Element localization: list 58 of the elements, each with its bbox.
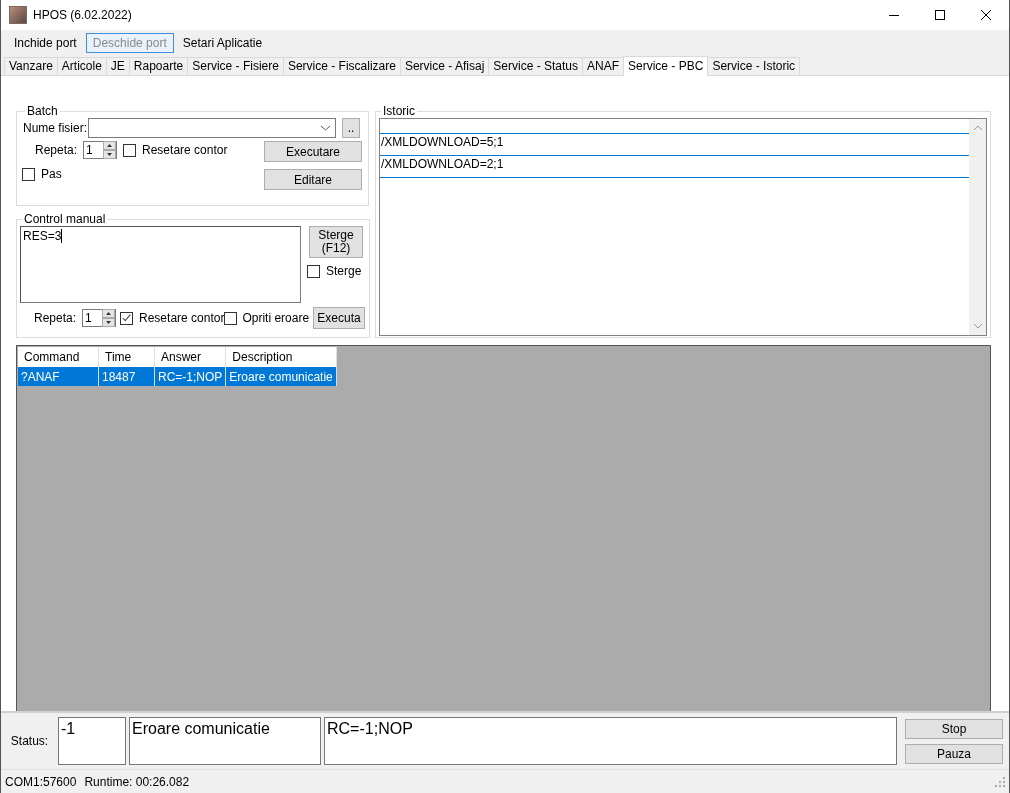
- chevron-down-icon[interactable]: [320, 124, 331, 132]
- group-title: Istoric: [382, 104, 416, 118]
- status-message: Eroare comunicatie: [129, 717, 321, 765]
- column-header[interactable]: Command: [18, 347, 99, 367]
- spin-down-icon[interactable]: [102, 318, 116, 327]
- field-label: Nume fisier:: [23, 121, 87, 135]
- checkbox[interactable]: [123, 143, 137, 157]
- column-header[interactable]: Description: [225, 347, 337, 367]
- close-icon[interactable]: [981, 10, 991, 20]
- checkbox[interactable]: [224, 311, 238, 325]
- checkbox-label: Opriti eroare: [242, 311, 310, 325]
- tab[interactable]: Vanzare: [4, 57, 58, 75]
- tab[interactable]: Service - Istoric: [707, 57, 801, 75]
- file-dropdown[interactable]: [88, 118, 336, 138]
- action-button[interactable]: Executare: [264, 141, 362, 162]
- menu-item[interactable]: Inchide port: [7, 33, 84, 53]
- field-label: Repeta:: [35, 143, 78, 157]
- action-button[interactable]: Pauza: [905, 743, 1003, 764]
- status-code: -1: [58, 717, 126, 765]
- history-item[interactable]: /XMLDOWNLOAD=5;1: [380, 134, 969, 156]
- checkbox[interactable]: [120, 311, 134, 325]
- action-button[interactable]: Stop: [905, 718, 1003, 739]
- number-spinner[interactable]: 1: [83, 141, 118, 159]
- maximize-icon[interactable]: [935, 10, 945, 20]
- column-header[interactable]: Answer: [154, 347, 226, 367]
- checkbox[interactable]: [307, 264, 320, 278]
- history-item[interactable]: /XMLDOWNLOAD=2;1: [380, 156, 969, 178]
- clear-button[interactable]: Sterge (F12): [309, 226, 363, 258]
- history-list[interactable]: /XMLDOWNLOAD=5;1 /XMLDOWNLOAD=2;1: [379, 118, 987, 336]
- resize-grip-icon[interactable]: [995, 776, 1005, 787]
- checkbox-label: Pas: [41, 167, 62, 181]
- table-row[interactable]: ?ANAF 18487 RC=-1;NOP Eroare comunicatie: [18, 367, 337, 386]
- status-text: Runtime: 00:26.082: [84, 774, 190, 789]
- group-title: Batch: [26, 104, 59, 118]
- checkbox-label: Resetare contor: [139, 311, 225, 325]
- spin-down-icon[interactable]: [103, 150, 117, 159]
- spin-up-icon[interactable]: [103, 141, 117, 150]
- number-spinner[interactable]: 1: [82, 309, 117, 327]
- checkbox-label: Sterge: [326, 264, 362, 278]
- group-title: Control manual: [23, 212, 107, 226]
- menu-item[interactable]: Setari Aplicatie: [175, 33, 270, 53]
- status-answer: RC=-1;NOP: [324, 717, 897, 765]
- status-text: COM1:57600: [5, 774, 77, 789]
- execute-button[interactable]: Executa: [313, 307, 365, 329]
- tab[interactable]: Service - PBC: [623, 56, 709, 76]
- tab[interactable]: Service - Afisaj: [399, 57, 490, 75]
- command-input[interactable]: RES=3: [20, 226, 301, 303]
- window-title: HPOS (6.02.2022): [33, 8, 132, 22]
- browse-button[interactable]: ..: [342, 118, 360, 138]
- field-label: Status:: [9, 734, 50, 748]
- checkbox-label: Resetare contor: [142, 143, 228, 157]
- action-button[interactable]: Editare: [264, 169, 362, 190]
- app-icon: [9, 6, 27, 24]
- field-label: Repeta:: [34, 311, 77, 325]
- spin-up-icon[interactable]: [102, 309, 116, 318]
- column-header[interactable]: Time: [98, 347, 155, 367]
- checkbox[interactable]: [22, 167, 35, 181]
- tab[interactable]: Rapoarte: [128, 57, 189, 75]
